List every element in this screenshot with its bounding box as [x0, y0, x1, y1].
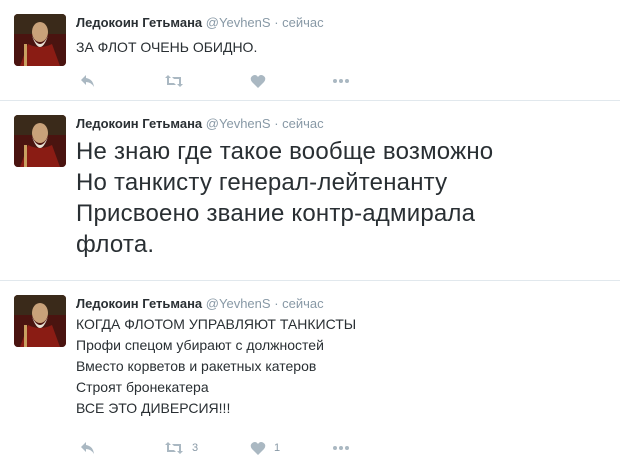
- tweet-line: Но танкисту генерал-лейтенанту: [76, 169, 448, 196]
- tweet-text: ЗА ФЛОТ ОЧЕНЬ ОБИДНО.: [76, 37, 257, 58]
- tweet-text: КОГДА ФЛОТОМ УПРАВЛЯЮТ ТАНКИСТЫ Профи сп…: [76, 314, 356, 419]
- reply-icon: [81, 442, 94, 454]
- author-name[interactable]: Ледокоин Гетьмана: [76, 296, 202, 311]
- author-name[interactable]: Ледокоин Гетьмана: [76, 116, 202, 131]
- retweet-count: 3: [192, 442, 199, 454]
- timestamp[interactable]: сейчас: [282, 15, 324, 30]
- avatar[interactable]: [14, 295, 66, 347]
- tweet-line: Строят бронекатера: [76, 379, 209, 395]
- like-button[interactable]: 1: [250, 439, 280, 457]
- tweet-line: ЗА ФЛОТ ОЧЕНЬ ОБИДНО.: [76, 39, 258, 55]
- tweet-header: Ледокоин Гетьмана @YevhenS · сейчас: [76, 15, 324, 30]
- tweet[interactable]: Ледокоин Гетьмана @YevhenS · сейчас ЗА Ф…: [0, 0, 620, 101]
- tweet-line: Присвоено звание контр-адмирала: [76, 200, 476, 227]
- tweet-line: КОГДА ФЛОТОМ УПРАВЛЯЮТ ТАНКИСТЫ: [76, 316, 357, 332]
- tweet-line: ВСЕ ЭТО ДИВЕРСИЯ!!!: [76, 400, 231, 416]
- reply-button[interactable]: [80, 72, 96, 90]
- author-handle[interactable]: @YevhenS: [206, 116, 271, 131]
- like-button[interactable]: [250, 72, 274, 90]
- more-icon: [333, 79, 349, 83]
- reply-icon: [81, 75, 94, 87]
- author-name[interactable]: Ледокоин Гетьмана: [76, 15, 202, 30]
- tweet-line: Вместо корветов и ракетных катеров: [76, 358, 317, 374]
- author-handle[interactable]: @YevhenS: [206, 296, 271, 311]
- author-handle[interactable]: @YevhenS: [206, 15, 271, 30]
- heart-icon: [250, 441, 266, 455]
- separator: ·: [274, 296, 279, 311]
- reply-button[interactable]: [80, 439, 96, 457]
- separator: ·: [274, 15, 279, 30]
- more-button[interactable]: [332, 72, 350, 90]
- avatar[interactable]: [14, 14, 66, 66]
- tweet-text: Не знаю где такое вообще возможно Но тан…: [76, 136, 493, 260]
- more-button[interactable]: [332, 439, 350, 457]
- timestamp[interactable]: сейчас: [282, 116, 324, 131]
- avatar[interactable]: [14, 115, 66, 167]
- separator: ·: [274, 116, 279, 131]
- tweet-line: Профи спецом убирают с должностей: [76, 337, 324, 353]
- tweet[interactable]: Ледокоин Гетьмана @YevhenS · сейчас КОГД…: [0, 281, 620, 468]
- more-icon: [333, 446, 349, 450]
- tweet-header: Ледокоин Гетьмана @YevhenS · сейчас: [76, 296, 324, 311]
- like-count: 1: [274, 442, 281, 454]
- tweet-line: Не знаю где такое вообще возможно: [76, 138, 494, 165]
- tweet[interactable]: Ледокоин Гетьмана @YevhenS · сейчас Не з…: [0, 101, 620, 281]
- retweet-button[interactable]: 3: [164, 439, 198, 457]
- retweet-icon: [165, 442, 183, 454]
- retweet-button[interactable]: [164, 72, 192, 90]
- retweet-icon: [165, 75, 183, 87]
- heart-icon: [250, 74, 266, 88]
- tweet-line: флота.: [76, 231, 155, 258]
- timestamp[interactable]: сейчас: [282, 296, 324, 311]
- tweet-header: Ледокоин Гетьмана @YevhenS · сейчас: [76, 116, 324, 131]
